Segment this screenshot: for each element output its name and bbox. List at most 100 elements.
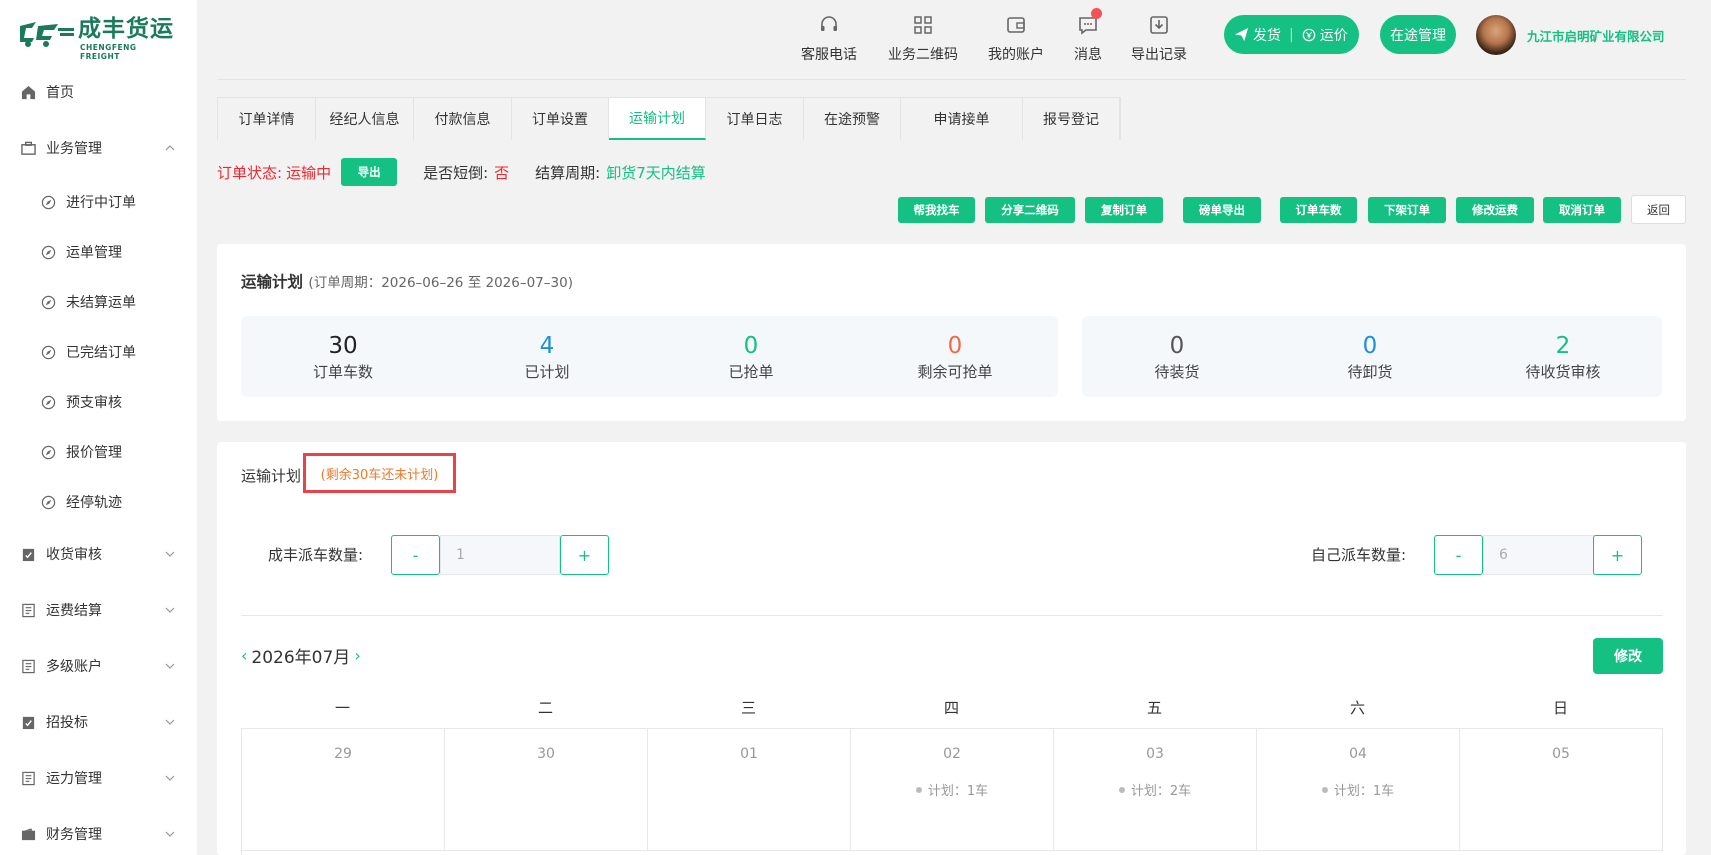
sidebar-item-home[interactable]: 首页 (0, 74, 197, 110)
tab-transit-alert[interactable]: 在途预警 (804, 98, 901, 140)
calendar-day-cell[interactable]: 02 计划：1车 (851, 729, 1054, 851)
compass-icon (41, 245, 56, 259)
calendar-day-cell[interactable]: 04 计划：1车 (1257, 729, 1460, 851)
sidebar-subitem-quote[interactable]: 报价管理 (0, 434, 197, 470)
delist-order-button[interactable]: 下架订单 (1368, 197, 1446, 223)
compass-icon (41, 445, 56, 459)
header-export-records[interactable]: 导出记录 (1131, 14, 1187, 64)
sidebar-subitem-label: 经停轨迹 (66, 495, 122, 511)
calendar-day-cell[interactable]: 30 (445, 729, 648, 851)
sidebar-subitem-label: 未结算运单 (66, 295, 136, 311)
self-increment-button[interactable]: + (1593, 535, 1642, 575)
tab-order-detail[interactable]: 订单详情 (218, 98, 316, 140)
stat-value: 0 (947, 333, 963, 359)
sidebar-subitem-advance[interactable]: 预支审核 (0, 384, 197, 420)
stat-label: 待收货审核 (1525, 363, 1601, 381)
chengfeng-decrement-button[interactable]: - (391, 535, 440, 575)
sidebar-item-freight-settle[interactable]: 运费结算 (0, 592, 197, 628)
ship-button[interactable]: 发货 (1234, 25, 1281, 45)
stat-value: 0 (743, 333, 759, 359)
weekday-header: 五 (1146, 699, 1162, 717)
sidebar-item-label: 业务管理 (46, 141, 102, 157)
header-messages[interactable]: 消息 (1074, 8, 1102, 64)
briefcase-icon (21, 141, 36, 155)
weigh-export-button[interactable]: 磅单导出 (1183, 197, 1261, 223)
tab-transport-plan[interactable]: 运输计划 (609, 98, 706, 140)
sidebar-subitem-ongoing-orders[interactable]: 进行中订单 (0, 184, 197, 220)
sidebar-subitem-completed[interactable]: 已完结订单 (0, 334, 197, 370)
header-tool-label: 我的账户 (988, 47, 1044, 63)
tab-apply-order[interactable]: 申请接单 (901, 98, 1023, 140)
order-trucks-button[interactable]: 订单车数 (1280, 197, 1357, 223)
document-icon (22, 659, 35, 673)
self-dispatch-input[interactable] (1483, 535, 1603, 575)
clipboard-check-icon (22, 548, 35, 561)
yuan-icon (1302, 28, 1316, 41)
sidebar-subitem-label: 运单管理 (66, 245, 122, 261)
header-qrcode[interactable]: 业务二维码 (888, 14, 958, 64)
sidebar-item-business[interactable]: 业务管理 (0, 130, 197, 166)
cancel-order-button[interactable]: 取消订单 (1543, 197, 1621, 223)
stat-label: 待装货 (1154, 363, 1200, 381)
chengfeng-dispatch-input[interactable] (440, 535, 560, 575)
sidebar-subitem-waybill[interactable]: 运单管理 (0, 234, 197, 270)
document-icon (22, 603, 35, 617)
weekday-header: 二 (537, 699, 553, 717)
avatar[interactable] (1476, 15, 1516, 55)
transit-management-button[interactable]: 在途管理 (1380, 15, 1456, 54)
company-name[interactable]: 九江市启明矿业有限公司 (1527, 26, 1665, 45)
tab-number-register[interactable]: 报号登记 (1023, 98, 1120, 140)
sidebar-item-multi-account[interactable]: 多级账户 (0, 648, 197, 684)
chevron-down-icon (165, 831, 175, 837)
export-button[interactable]: 导出 (341, 158, 398, 186)
sidebar-item-finance[interactable]: 财务管理 (0, 816, 197, 852)
tab-order-settings[interactable]: 订单设置 (512, 98, 609, 140)
sidebar-item-receipt-audit[interactable]: 收货审核 (0, 536, 197, 572)
find-truck-button[interactable]: 帮我找车 (898, 197, 975, 223)
stat-value: 30 (328, 333, 358, 359)
sidebar-item-capacity[interactable]: 运力管理 (0, 760, 197, 796)
tab-payment-info[interactable]: 付款信息 (414, 98, 512, 140)
calendar-date: 03 (1146, 746, 1164, 762)
calendar-day-cell[interactable]: 03 计划：2车 (1054, 729, 1257, 851)
calendar-day-cell[interactable]: 29 (242, 729, 445, 851)
price-button[interactable]: 运价 (1302, 25, 1348, 45)
sidebar-item-bidding[interactable]: 招投标 (0, 704, 197, 740)
edit-plan-button[interactable]: 修改 (1593, 638, 1663, 674)
calendar-plan-count: 计划：1车 (1257, 780, 1459, 799)
self-decrement-button[interactable]: - (1434, 535, 1483, 575)
copy-order-button[interactable]: 复制订单 (1085, 197, 1163, 223)
chengfeng-increment-button[interactable]: + (560, 535, 609, 575)
share-qrcode-button[interactable]: 分享二维码 (985, 197, 1075, 223)
calendar-day-cell[interactable]: 05 (1460, 729, 1663, 851)
sidebar-subitem-unsettled[interactable]: 未结算运单 (0, 284, 197, 320)
qrcode-icon (914, 16, 932, 34)
send-icon (1234, 27, 1249, 42)
header-customer-service[interactable]: 客服电话 (801, 14, 857, 64)
brand-subtitle: CHENGFENG FREIGHT (80, 43, 137, 61)
order-tabs: 订单详情 经纪人信息 付款信息 订单设置 运输计划 订单日志 在途预警 申请接单… (217, 97, 1121, 140)
order-status-value: 运输中 (286, 163, 332, 182)
unread-badge (1091, 8, 1102, 19)
back-button[interactable]: 返回 (1631, 195, 1686, 224)
stat-value: 4 (539, 333, 555, 359)
weekday-header: 日 (1552, 699, 1568, 717)
calendar-day-cell[interactable]: 01 (648, 729, 851, 851)
calendar-date: 05 (1552, 746, 1570, 762)
tab-order-log[interactable]: 订单日志 (706, 98, 804, 140)
sidebar-subitem-track[interactable]: 经停轨迹 (0, 484, 197, 520)
sidebar-item-label: 首页 (46, 85, 74, 101)
stat-label: 订单车数 (312, 363, 373, 381)
prev-month-button[interactable]: ‹ (241, 646, 247, 665)
stat-to-unload: 0 待卸货 (1280, 332, 1460, 382)
remaining-unplanned-note: (剩余30车还未计划) (303, 453, 456, 493)
home-icon (21, 85, 36, 99)
chevron-up-icon (165, 145, 175, 151)
compass-icon (41, 395, 56, 409)
next-month-button[interactable]: › (354, 646, 360, 665)
stat-value: 0 (1362, 333, 1378, 359)
plan-summary-title: 运输计划 (订单周期：2026–06–26 至 2026–07–30) (241, 270, 573, 292)
header-my-account[interactable]: 我的账户 (988, 14, 1044, 64)
modify-freight-button[interactable]: 修改运费 (1456, 197, 1534, 223)
tab-broker-info[interactable]: 经纪人信息 (316, 98, 414, 140)
